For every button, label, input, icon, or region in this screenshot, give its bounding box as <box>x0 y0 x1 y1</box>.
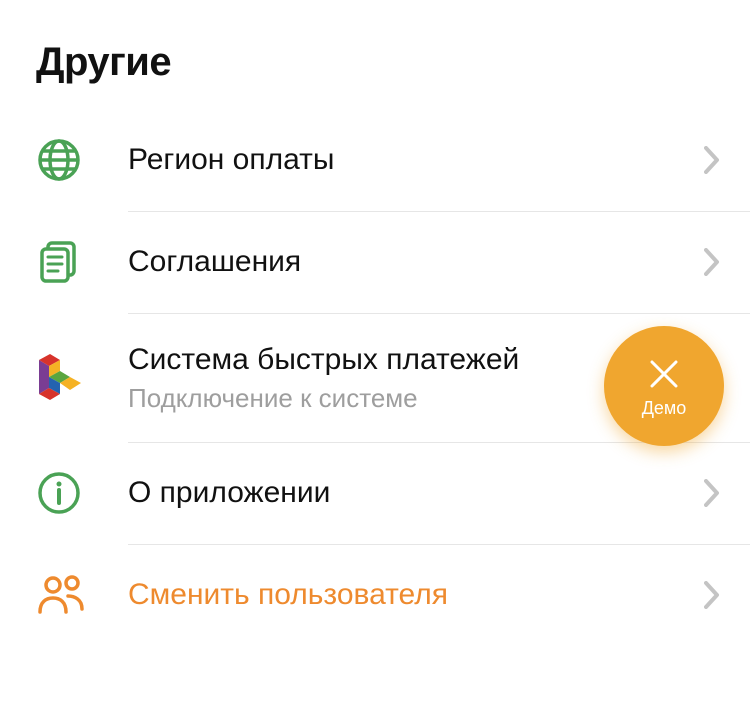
chevron-right-icon <box>704 248 720 276</box>
menu-item-text: О приложении <box>128 474 692 512</box>
menu-item-text: Соглашения <box>128 243 692 281</box>
menu-item-switch-user[interactable]: Сменить пользователя <box>0 544 750 646</box>
menu-item-payment-region[interactable]: Регион оплаты <box>0 109 750 211</box>
chevron-right-icon <box>704 146 720 174</box>
menu-item-text: Сменить пользователя <box>128 576 692 614</box>
menu-item-label: Сменить пользователя <box>128 576 692 614</box>
section-title: Другие <box>0 40 750 109</box>
menu-item-about[interactable]: О приложении <box>0 442 750 544</box>
fab-label: Демо <box>642 398 687 419</box>
globe-icon <box>36 137 128 183</box>
demo-fab[interactable]: Демо <box>604 326 724 446</box>
info-icon <box>36 470 128 516</box>
menu-item-label: Регион оплаты <box>128 141 692 179</box>
menu-item-text: Регион оплаты <box>128 141 692 179</box>
menu-item-label: Соглашения <box>128 243 692 281</box>
chevron-right-icon <box>704 479 720 507</box>
documents-icon <box>36 239 128 285</box>
menu-item-agreements[interactable]: Соглашения <box>0 211 750 313</box>
menu-item-label: О приложении <box>128 474 692 512</box>
chevron-right-icon <box>704 581 720 609</box>
sbp-icon <box>36 350 128 404</box>
users-icon <box>36 572 128 618</box>
settings-other-section: Другие Регион оплаты <box>0 0 750 646</box>
close-icon <box>644 354 684 394</box>
